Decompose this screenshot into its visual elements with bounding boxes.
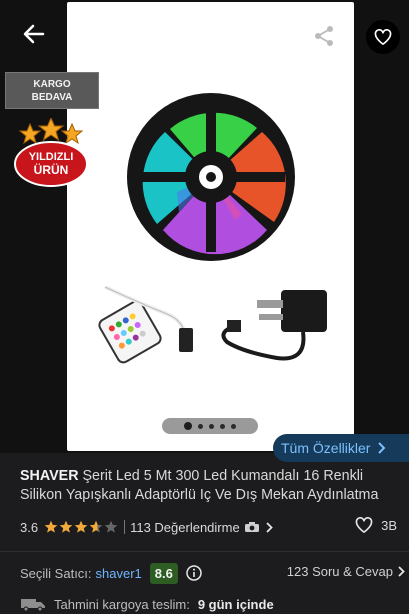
all-features-button[interactable]: Tüm Özellikler [273, 434, 409, 462]
divider [124, 520, 126, 534]
share-button[interactable] [306, 18, 342, 54]
rating-stars [44, 520, 118, 534]
like-count: 3B [381, 517, 397, 533]
questions-answers-link[interactable]: 123 Soru & Cevap [287, 564, 405, 579]
star-icon [44, 520, 58, 533]
starred-product-badge: YILDIZLI ÜRÜN [14, 116, 88, 188]
star-icon [59, 520, 73, 533]
star-badge-line2: ÜRÜN [34, 162, 69, 177]
favorite-button[interactable] [366, 20, 400, 54]
delivery-row: Tahmini kargoya teslim: 9 gün içinde [20, 594, 274, 614]
delivery-value: 9 gün içinde [197, 596, 274, 612]
arrow-left-icon [23, 24, 45, 44]
product-title: SHAVER Şerit Led 5 Mt 300 Led Kumandalı … [20, 467, 405, 505]
share-icon [315, 26, 333, 46]
product-image[interactable] [67, 2, 354, 451]
cargo-line2: BEDAVA [31, 92, 73, 103]
info-icon[interactable] [186, 565, 202, 581]
pagination-dot[interactable] [220, 423, 225, 429]
cargo-line1: KARGO [33, 79, 71, 90]
seller-name-link[interactable]: shaver1 [96, 566, 142, 581]
chevron-right-icon [266, 521, 273, 533]
half-star-icon [89, 520, 103, 533]
all-features-label: Tüm Özellikler [281, 440, 371, 456]
seller-label: Seçili Satıcı: [20, 565, 92, 581]
camera-icon [244, 522, 259, 532]
seller-row: Seçili Satıcı: shaver1 8.6 123 Soru & Ce… [20, 562, 405, 584]
pagination-dot[interactable] [209, 423, 214, 429]
seller-score-badge: 8.6 [149, 562, 178, 584]
star-icon [74, 520, 88, 533]
qa-label: 123 Soru & Cevap [286, 564, 393, 579]
free-shipping-badge: KARGO BEDAVA [5, 72, 99, 109]
pagination-dot[interactable] [231, 423, 236, 429]
star-badge-line1: YILDIZLI [29, 151, 74, 163]
heart-outline-icon [355, 517, 373, 533]
pagination-dot[interactable] [184, 422, 192, 430]
review-count[interactable]: 113 Değerlendirme [130, 520, 240, 535]
product-brand[interactable]: SHAVER [20, 468, 79, 484]
back-button[interactable] [18, 18, 50, 50]
section-divider [0, 551, 409, 552]
empty-star-icon [104, 520, 118, 533]
heart-outline-icon [374, 29, 392, 45]
gallery-pagination[interactable] [162, 418, 258, 434]
delivery-label: Tahmini kargoya teslim: [54, 596, 190, 612]
chevron-right-icon [378, 442, 386, 454]
chevron-right-icon [398, 566, 405, 577]
product-gallery[interactable]: KARGO BEDAVA YILDIZLI ÜRÜN Tüm Özellikle… [0, 0, 409, 462]
like-button[interactable]: 3B [355, 517, 397, 533]
rating-row[interactable]: 3.6 113 Değerlendirme 3B [20, 517, 405, 537]
rating-score: 3.6 [20, 519, 39, 535]
pagination-dot[interactable] [198, 423, 203, 429]
truck-icon [21, 599, 45, 611]
